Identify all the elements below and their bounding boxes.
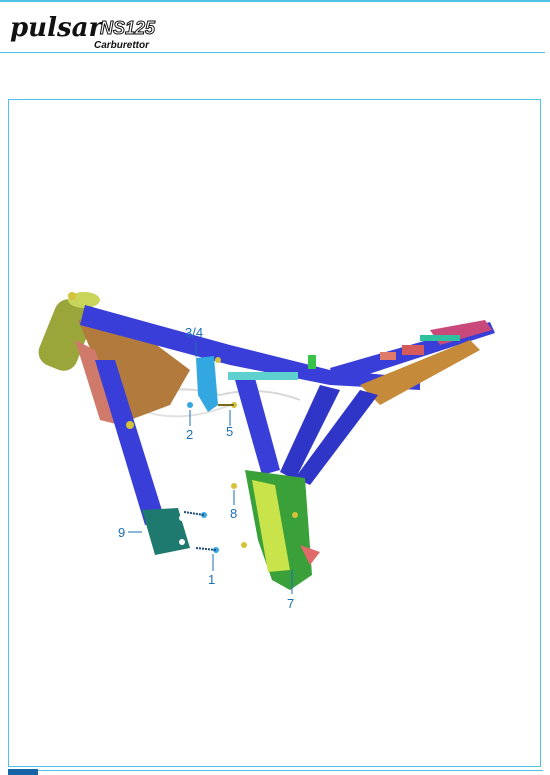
footer-bar xyxy=(8,769,38,775)
rear-mount xyxy=(402,345,424,355)
chassis-frame-diagram xyxy=(38,292,495,594)
callout-8: 8 xyxy=(230,506,238,521)
callout-2: 2 xyxy=(186,427,194,442)
cyan-rail xyxy=(420,335,460,341)
callout-1: 1 xyxy=(208,572,216,587)
crossbar xyxy=(228,372,298,380)
bracket-3-4 xyxy=(196,356,218,412)
callout-3-4: 3/4 xyxy=(185,325,204,340)
footer-rule xyxy=(38,770,543,771)
callout-7: 7 xyxy=(287,596,295,611)
green-fitting xyxy=(308,355,316,369)
engine-mount-bracket xyxy=(142,508,190,555)
bolts-blue xyxy=(187,402,219,553)
rear-mount-2 xyxy=(380,352,396,360)
callout-5: 5 xyxy=(226,424,234,439)
callout-9: 9 xyxy=(118,525,126,540)
